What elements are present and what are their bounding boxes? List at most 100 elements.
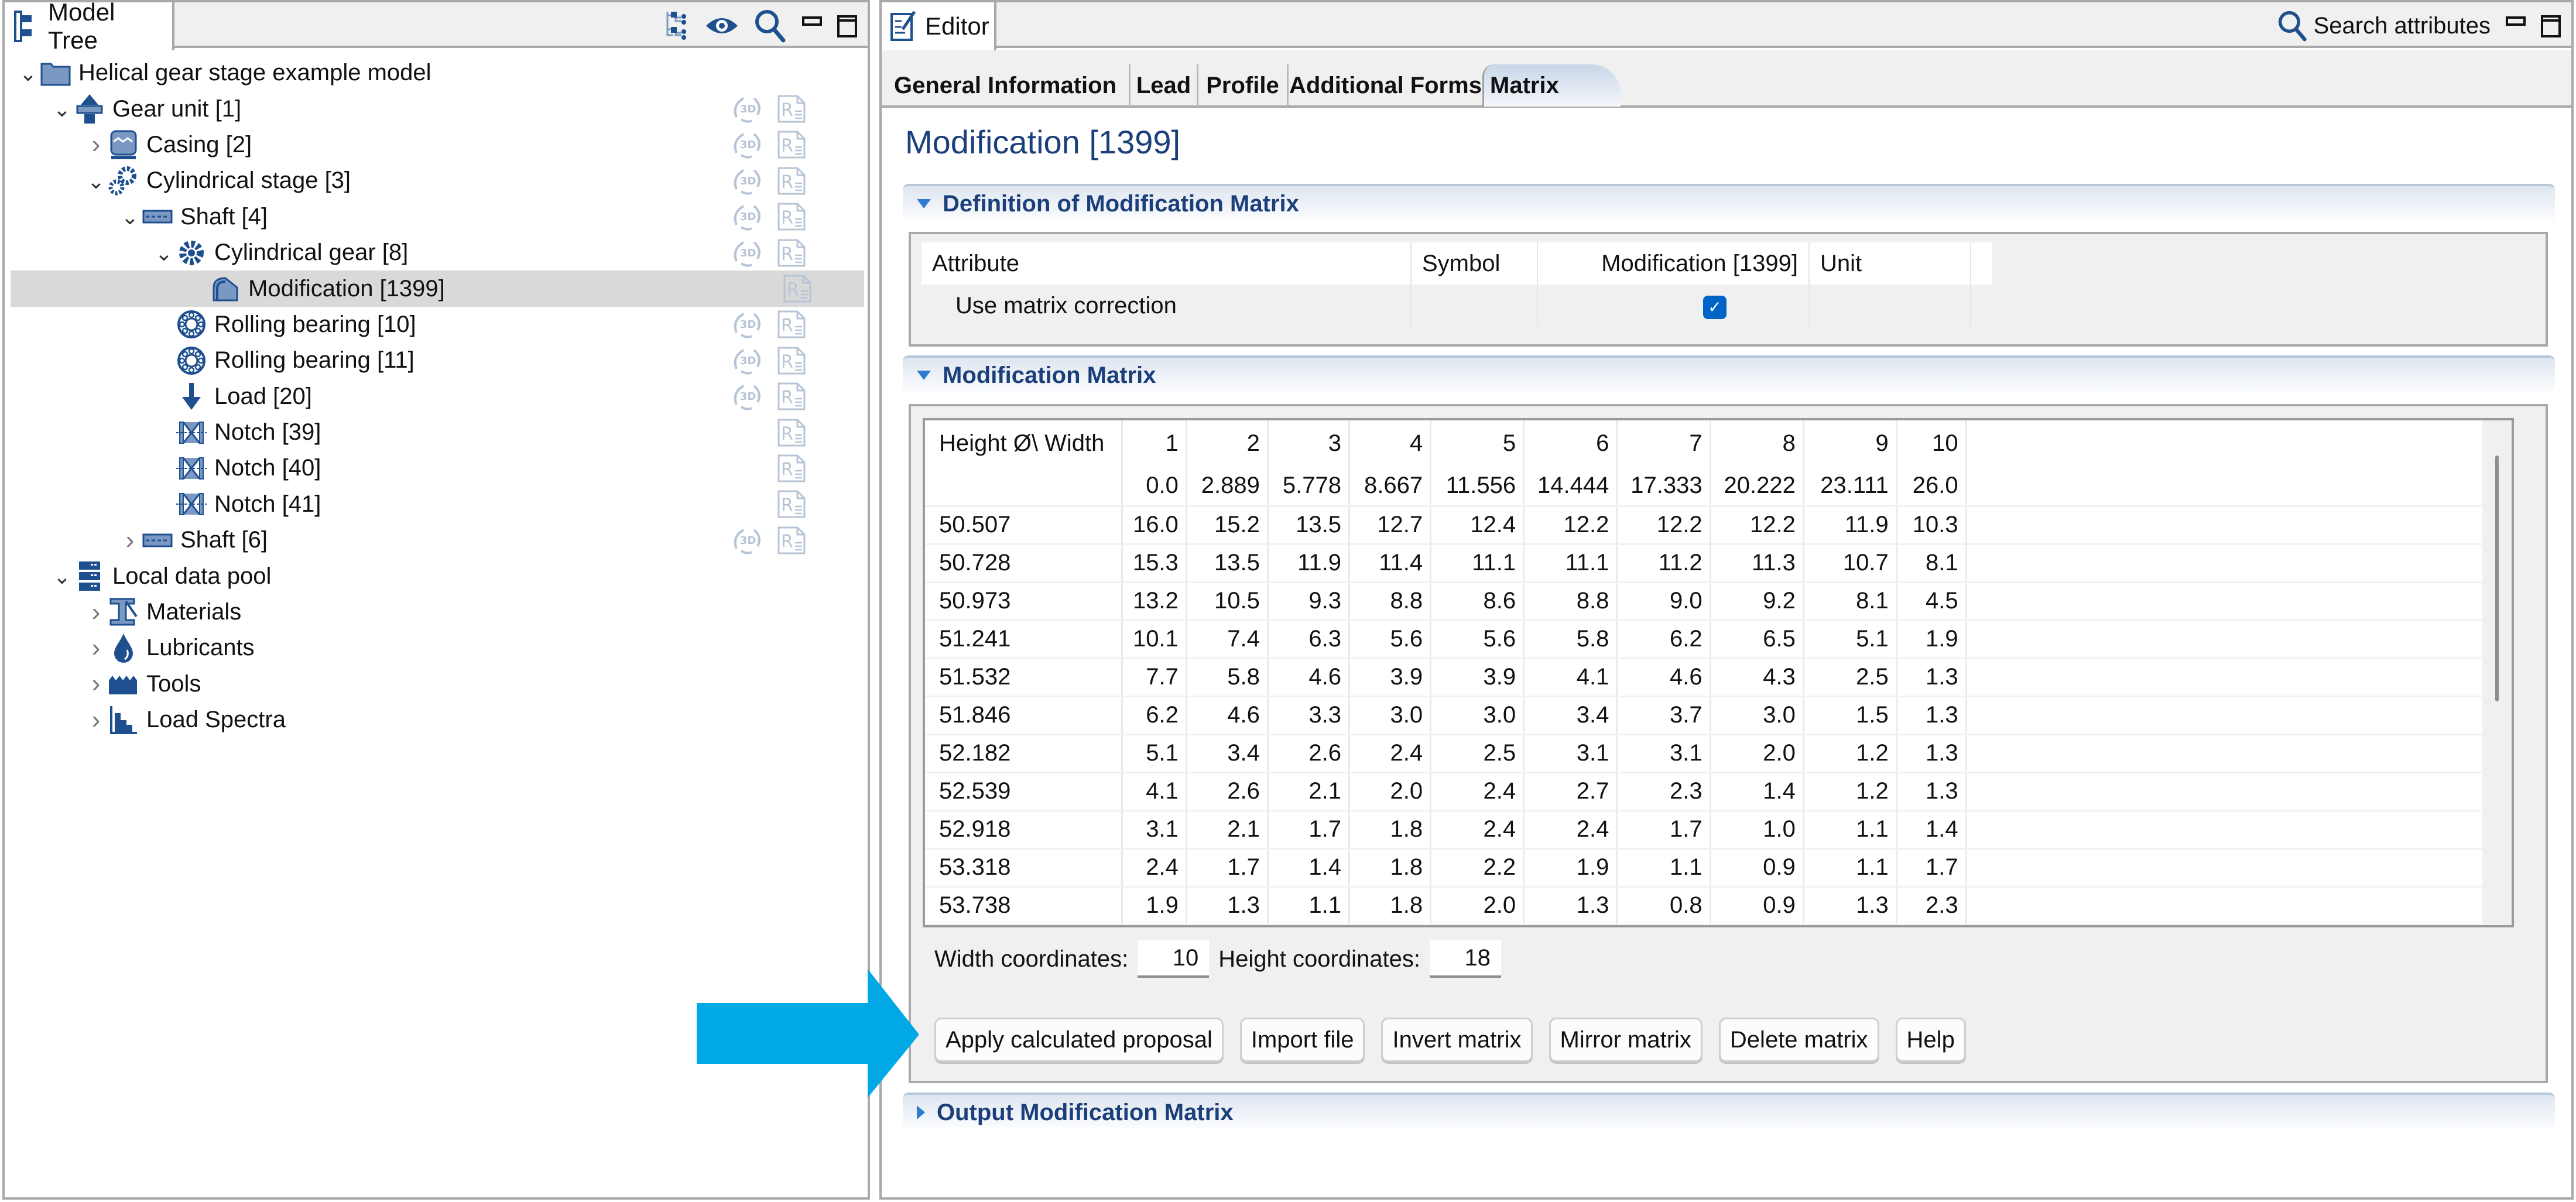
3d-view-icon[interactable]: 3D — [731, 238, 763, 268]
matrix-cell[interactable]: 3.4 — [1523, 696, 1618, 735]
tree-item[interactable]: Notch [40] R — [5, 450, 868, 486]
tree-item[interactable]: › Shaft [6] 3D R — [5, 522, 868, 558]
help-button[interactable]: Help — [1895, 1018, 1966, 1062]
matrix-cell[interactable]: 2.0 — [1710, 734, 1804, 773]
matrix-cell[interactable]: 1.7 — [1268, 810, 1351, 850]
matrix-cell[interactable]: 7.7 — [1122, 658, 1187, 697]
report-icon[interactable]: R — [776, 489, 809, 519]
matrix-cell[interactable]: 1.7 — [1186, 848, 1269, 888]
matrix-cell[interactable]: 12.2 — [1616, 506, 1711, 545]
matrix-cell[interactable]: 9.3 — [1268, 582, 1351, 621]
matrix-cell[interactable]: 2.4 — [1122, 848, 1187, 888]
report-icon[interactable]: R — [776, 166, 809, 196]
matrix-cell[interactable]: 9.0 — [1616, 582, 1711, 621]
matrix-cell[interactable]: 1.3 — [1896, 696, 1967, 735]
report-icon[interactable]: R — [776, 381, 809, 412]
matrix-cell[interactable]: 1.3 — [1896, 734, 1967, 773]
matrix-cell[interactable]: 0.9 — [1710, 886, 1804, 925]
definition-section-header[interactable]: Definition of Modification Matrix — [903, 184, 2555, 221]
matrix-cell[interactable]: 3.1 — [1122, 810, 1187, 850]
search-icon[interactable] — [754, 9, 787, 43]
matrix-cell[interactable]: 1.1 — [1268, 886, 1351, 925]
matrix-cell[interactable]: 2.2 — [1430, 848, 1525, 888]
matrix-cell[interactable]: 1.3 — [1896, 658, 1967, 697]
matrix-cell[interactable]: 6.3 — [1268, 620, 1351, 659]
matrix-cell[interactable]: 3.3 — [1268, 696, 1351, 735]
tree-item[interactable]: ⌄ Local data pool — [5, 558, 868, 594]
matrix-cell[interactable]: 6.2 — [1122, 696, 1187, 735]
import-file-button[interactable]: Import file — [1239, 1018, 1365, 1062]
matrix-cell[interactable]: 1.5 — [1803, 696, 1897, 735]
matrix-cell[interactable]: 2.1 — [1268, 772, 1351, 811]
matrix-cell[interactable]: 0.9 — [1710, 848, 1804, 888]
tree-item[interactable]: Rolling bearing [10] 3D R — [5, 307, 868, 343]
3d-view-icon[interactable]: 3D — [731, 129, 763, 160]
matrix-cell[interactable]: 11.3 — [1710, 544, 1804, 583]
matrix-cell[interactable]: 1.9 — [1122, 886, 1187, 925]
report-icon[interactable]: R — [776, 94, 809, 124]
matrix-cell[interactable]: 12.4 — [1430, 506, 1525, 545]
tab-additional-forms[interactable]: Additional Forms — [1287, 64, 1482, 107]
matrix-cell[interactable]: 2.4 — [1349, 734, 1432, 773]
output-section-header[interactable]: Output Modification Matrix — [903, 1093, 2555, 1130]
tab-lead[interactable]: Lead — [1129, 64, 1197, 107]
eye-icon[interactable] — [705, 14, 739, 37]
tree-view-icon[interactable] — [663, 9, 690, 42]
matrix-cell[interactable]: 6.5 — [1710, 620, 1804, 659]
matrix-cell[interactable]: 11.4 — [1349, 544, 1432, 583]
maximize-icon[interactable] — [2541, 14, 2561, 37]
matrix-cell[interactable]: 7.4 — [1186, 620, 1269, 659]
3d-view-icon[interactable]: 3D — [731, 166, 763, 196]
3d-view-icon[interactable]: 3D — [731, 345, 763, 376]
matrix-cell[interactable]: 5.8 — [1523, 620, 1618, 659]
report-icon[interactable]: R — [776, 453, 809, 484]
matrix-cell[interactable]: 13.2 — [1122, 582, 1187, 621]
matrix-cell[interactable]: 15.2 — [1186, 506, 1269, 545]
chevron-down-icon[interactable]: ⌄ — [50, 564, 74, 588]
tab-general-information[interactable]: General Information — [882, 64, 1129, 107]
matrix-cell[interactable]: 11.1 — [1430, 544, 1525, 583]
matrix-cell[interactable]: 16.0 — [1122, 506, 1187, 545]
tree-item[interactable]: Load [20] 3D R — [5, 379, 868, 415]
matrix-cell[interactable]: 13.5 — [1186, 544, 1269, 583]
matrix-cell[interactable]: 15.3 — [1122, 544, 1187, 583]
matrix-cell[interactable]: 11.1 — [1523, 544, 1618, 583]
matrix-cell[interactable]: 1.4 — [1710, 772, 1804, 811]
matrix-cell[interactable]: 1.3 — [1523, 886, 1618, 925]
matrix-cell[interactable]: 3.9 — [1430, 658, 1525, 697]
3d-view-icon[interactable]: 3D — [731, 381, 763, 412]
editor-tab[interactable]: Editor — [882, 2, 996, 50]
matrix-cell[interactable]: 2.4 — [1430, 810, 1525, 850]
matrix-cell[interactable]: 5.6 — [1430, 620, 1525, 659]
tab-profile[interactable]: Profile — [1197, 64, 1287, 107]
3d-view-icon[interactable]: 3D — [731, 94, 763, 124]
matrix-cell[interactable]: 1.3 — [1896, 772, 1967, 811]
matrix-cell[interactable]: 1.4 — [1268, 848, 1351, 888]
matrix-cell[interactable]: 1.7 — [1616, 810, 1711, 850]
matrix-cell[interactable]: 8.8 — [1523, 582, 1618, 621]
maximize-icon[interactable] — [837, 14, 857, 37]
matrix-cell[interactable]: 4.6 — [1186, 696, 1269, 735]
matrix-cell[interactable]: 13.5 — [1268, 506, 1351, 545]
matrix-cell[interactable]: 1.1 — [1803, 810, 1897, 850]
matrix-cell[interactable]: 11.2 — [1616, 544, 1711, 583]
matrix-cell[interactable]: 12.7 — [1349, 506, 1432, 545]
report-icon[interactable]: R — [776, 345, 809, 376]
matrix-cell[interactable]: 1.4 — [1896, 810, 1967, 850]
matrix-cell[interactable]: 3.1 — [1616, 734, 1711, 773]
matrix-cell[interactable]: 10.3 — [1896, 506, 1967, 545]
matrix-cell[interactable]: 12.2 — [1523, 506, 1618, 545]
3d-view-icon[interactable]: 3D — [731, 201, 763, 232]
matrix-cell[interactable]: 4.6 — [1616, 658, 1711, 697]
minimize-icon[interactable] — [802, 14, 822, 37]
scrollbar-thumb[interactable] — [2495, 456, 2499, 701]
tree-item[interactable]: › Lubricants — [5, 630, 868, 666]
matrix-cell[interactable]: 10.5 — [1186, 582, 1269, 621]
chevron-right-icon[interactable]: › — [118, 526, 142, 554]
matrix-cell[interactable]: 4.5 — [1896, 582, 1967, 621]
matrix-cell[interactable]: 1.3 — [1186, 886, 1269, 925]
matrix-cell[interactable]: 4.1 — [1122, 772, 1187, 811]
chevron-right-icon[interactable]: › — [84, 130, 108, 159]
3d-view-icon[interactable]: 3D — [731, 309, 763, 340]
matrix-cell[interactable]: 11.9 — [1268, 544, 1351, 583]
